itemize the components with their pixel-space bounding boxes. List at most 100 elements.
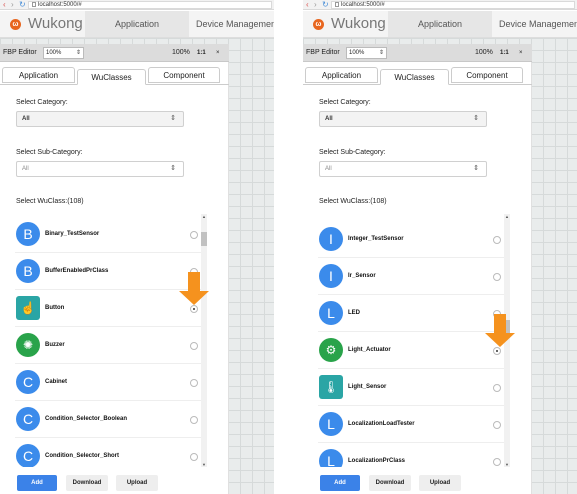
category-select[interactable]: All ⇕ [16, 111, 184, 127]
orange-arrow-icon [485, 314, 515, 347]
list-item[interactable]: I Integer_TestSensor [318, 221, 508, 258]
back-icon[interactable]: ‹ [306, 0, 309, 10]
tab-application[interactable]: Application [2, 67, 75, 83]
right-screenshot-pane: ‹ › ↻ localhost:5000/# ω Wukong Applicat… [303, 0, 577, 494]
reload-icon[interactable]: ↻ [19, 0, 26, 10]
ratio-button[interactable]: 1:1 [197, 44, 206, 62]
left-screenshot-pane: ‹ › ↻ localhost:5000/# ω Wukong Applicat… [0, 0, 274, 494]
list-item[interactable]: L LED [318, 295, 508, 332]
back-icon[interactable]: ‹ [3, 0, 6, 10]
subcategory-select[interactable]: All ⇕ [16, 161, 184, 177]
radio-button[interactable] [493, 273, 501, 281]
list-scrollbar[interactable]: ▲ ▼ [201, 214, 207, 467]
forward-icon[interactable]: › [11, 0, 14, 10]
radio-button[interactable] [493, 236, 501, 244]
letter-circle-icon: C [16, 370, 40, 394]
radio-button[interactable] [493, 458, 501, 466]
scroll-up-icon[interactable]: ▲ [201, 214, 207, 219]
wuclass-list[interactable]: B Binary_TestSensor B BufferEnabledPrClass ☝… [15, 214, 208, 467]
button-icon: ☝ [16, 296, 40, 320]
browser-chrome: ‹ › ↻ localhost:5000/# [0, 0, 274, 10]
tab-wuclasses[interactable]: WuClasses [380, 69, 449, 85]
select-arrows-icon: ⇕ [473, 115, 479, 122]
letter-circle-icon: I [319, 264, 343, 288]
letter-circle-icon: C [16, 444, 40, 467]
forward-icon[interactable]: › [314, 0, 317, 10]
brand-name[interactable]: Wukong [331, 15, 386, 33]
list-item[interactable]: 🌡 Light_Sensor [318, 369, 508, 406]
url-bar[interactable]: localhost:5000/# [28, 1, 272, 9]
close-icon[interactable]: × [519, 44, 523, 62]
scroll-up-icon[interactable]: ▲ [504, 214, 510, 219]
orange-arrow-icon [179, 272, 209, 305]
letter-circle-icon: B [16, 222, 40, 246]
radio-button[interactable] [493, 347, 501, 355]
tab-component[interactable]: Component [148, 67, 220, 83]
list-item[interactable]: ⚙ Light_Actuator [318, 332, 508, 369]
pane-separator [274, 0, 303, 494]
scroll-thumb[interactable] [201, 232, 207, 246]
browser-chrome: ‹ › ↻ localhost:5000/# [303, 0, 577, 10]
wuclass-name: Condition_Selector_Boolean [45, 416, 128, 422]
download-button[interactable]: Download [66, 475, 108, 491]
zoom-select[interactable]: 100% ⇕ [346, 47, 387, 59]
category-label: Select Category: [319, 99, 371, 106]
list-item[interactable]: L LocalizationLoadTester [318, 406, 508, 443]
wukong-logo-icon: ω [313, 19, 324, 30]
list-item[interactable]: ☝ Button [15, 290, 205, 327]
list-item[interactable]: B Binary_TestSensor [15, 216, 205, 253]
list-item[interactable]: B BufferEnabledPrClass [15, 253, 205, 290]
radio-button[interactable] [190, 453, 198, 461]
tab-application[interactable]: Application [305, 67, 378, 83]
select-arrows-icon: ⇕ [473, 165, 479, 172]
list-item[interactable]: C Cabinet [15, 364, 205, 401]
nav-device-management[interactable]: Device Management [190, 11, 274, 37]
ratio-button[interactable]: 1:1 [500, 44, 509, 62]
list-item[interactable]: I Ir_Sensor [318, 258, 508, 295]
wuclass-name: Binary_TestSensor [45, 231, 100, 237]
reload-icon[interactable]: ↻ [322, 0, 329, 10]
tab-wuclasses[interactable]: WuClasses [77, 69, 146, 85]
scroll-down-icon[interactable]: ▼ [201, 462, 207, 467]
scroll-down-icon[interactable]: ▼ [504, 462, 510, 467]
page-icon [335, 2, 339, 7]
upload-button[interactable]: Upload [419, 475, 461, 491]
wuclass-name: Ir_Sensor [348, 273, 376, 279]
wuclass-name: Buzzer [45, 342, 65, 348]
fbp-editor-title: FBP Editor [306, 49, 340, 56]
upload-button[interactable]: Upload [116, 475, 158, 491]
radio-button[interactable] [493, 421, 501, 429]
add-button[interactable]: Add [320, 475, 360, 491]
nav-application-management[interactable]: Application Management [85, 11, 189, 55]
close-icon[interactable]: × [216, 44, 220, 62]
radio-button[interactable] [190, 305, 198, 313]
list-item[interactable]: C Condition_Selector_Boolean [15, 401, 205, 438]
list-item[interactable]: L LocalizationPrClass [318, 443, 508, 467]
category-select[interactable]: All ⇕ [319, 111, 487, 127]
nav-application-management[interactable]: Application Management [388, 11, 492, 55]
brand-name[interactable]: Wukong [28, 15, 83, 33]
list-item[interactable]: C Condition_Selector_Short [15, 438, 205, 467]
wuclass-name: LocalizationPrClass [348, 458, 406, 464]
url-bar[interactable]: localhost:5000/# [331, 1, 575, 9]
nav-device-management[interactable]: Device Management [493, 11, 577, 37]
subcategory-select[interactable]: All ⇕ [319, 161, 487, 177]
radio-button[interactable] [493, 384, 501, 392]
letter-circle-icon: L [319, 301, 343, 325]
panel-tabs: Application WuClasses Component [303, 67, 532, 85]
zoom-select[interactable]: 100% ⇕ [43, 47, 84, 59]
radio-button[interactable] [190, 231, 198, 239]
radio-button[interactable] [190, 379, 198, 387]
download-button[interactable]: Download [369, 475, 411, 491]
add-button[interactable]: Add [17, 475, 57, 491]
wuclass-name: Light_Sensor [348, 384, 387, 390]
wuclass-list[interactable]: I Integer_TestSensor I Ir_Sensor L LED ⚙ Light_… [318, 214, 511, 467]
fbp-toolbar: FBP Editor 100% ⇕ 100% 1:1 × [303, 44, 532, 62]
app-navbar: ω Wukong Application Management Device M… [0, 11, 274, 55]
radio-button[interactable] [190, 416, 198, 424]
radio-button[interactable] [190, 342, 198, 350]
tab-component[interactable]: Component [451, 67, 523, 83]
letter-circle-icon: C [16, 407, 40, 431]
list-item[interactable]: ✺ Buzzer [15, 327, 205, 364]
subcategory-label: Select Sub-Category: [16, 149, 83, 156]
